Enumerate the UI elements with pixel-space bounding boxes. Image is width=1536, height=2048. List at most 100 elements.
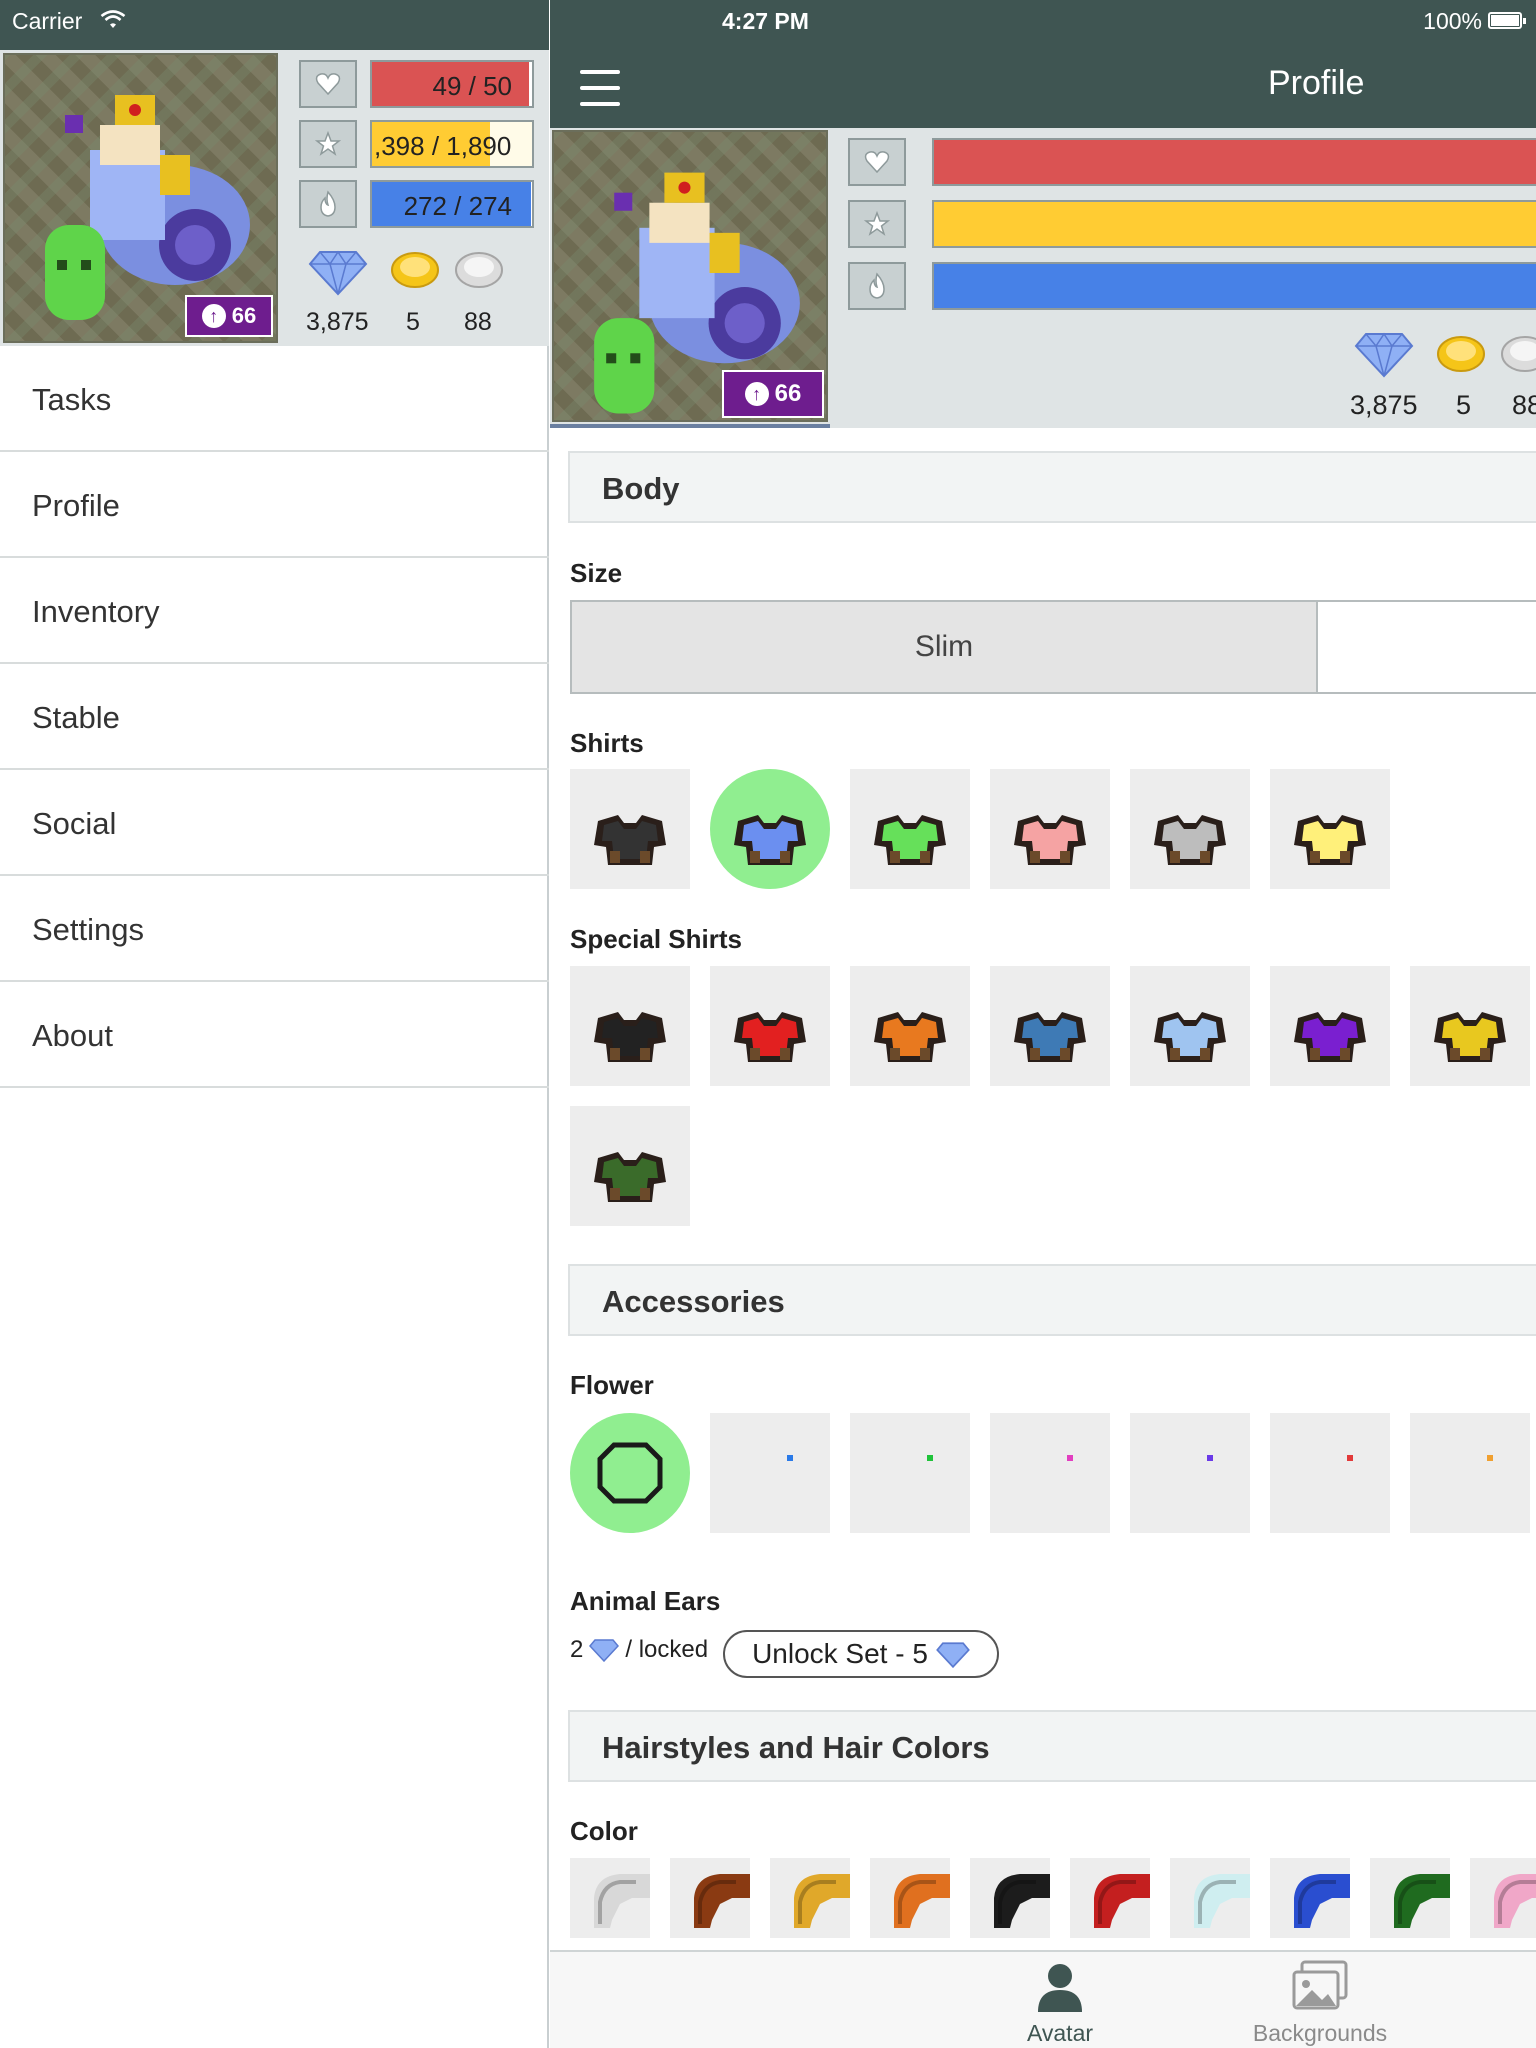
tab-backgrounds-label: Backgrounds [1252,2020,1388,2046]
shirt-option-black[interactable] [570,769,690,889]
wifi-icon [100,10,126,28]
silver-coin-icon [1501,336,1536,372]
hair-color-option-3[interactable] [870,1858,950,1938]
flower-icon [927,1455,933,1461]
menu-item-label: Settings [32,912,145,947]
ears-status: / locked [625,1636,709,1663]
gem-icon [589,1639,620,1662]
star-icon [848,200,906,248]
animal-ears-label: Animal Ears [570,1586,721,1616]
menu-item-label: Stable [32,700,120,735]
experience-bar: ,398 / 1,890 [370,120,534,168]
health-value: 49 / 50 [432,71,512,101]
level-up-icon: ↑ [201,304,226,328]
hair-icon [1094,1874,1150,1928]
special-shirt-option-purple[interactable] [1270,966,1390,1086]
silver-value: 88 [464,308,492,336]
menu-item-settings[interactable]: Settings [0,876,549,982]
sidebar-profile-header: ↑ 66 49 / 50 ,398 / 1,890 272 / 274 3,87… [0,50,549,346]
level-value: 66 [774,380,802,407]
section-title: Body [602,471,680,506]
shirts-label: Shirts [570,728,644,758]
section-accessories: Accessories [568,1264,1536,1336]
hair-color-option-5[interactable] [1070,1858,1150,1938]
heart-icon [299,60,357,108]
special-shirt-option-rainbow[interactable] [1410,966,1530,1086]
size-label: Size [570,558,623,588]
shirt-option-white[interactable] [1130,769,1250,889]
flower-option-1[interactable] [710,1413,830,1533]
special-shirt-option-fire[interactable] [850,966,970,1086]
menu-item-stable[interactable]: Stable [0,664,549,770]
flower-option-2[interactable] [850,1413,970,1533]
flower-icon [1487,1455,1493,1461]
shirt-option-pink[interactable] [990,769,1110,889]
shirt-option-yellow[interactable] [1270,769,1390,889]
size-option-slim[interactable]: Slim [572,602,1318,692]
hair-icon [894,1874,950,1928]
status-bar-right: 4:27 PM 100% [550,0,1536,50]
status-time: 4:27 PM [722,8,809,34]
hair-icon [1194,1874,1250,1928]
hair-color-option-8[interactable] [1370,1858,1450,1938]
shirt-option-blue[interactable] [710,769,830,889]
tab-avatar-label: Avatar [1026,2020,1094,2046]
hair-icon [694,1874,750,1928]
mana-value: 272 / 274 [403,191,512,221]
flower-option-none[interactable] [570,1413,690,1533]
profile-screen: 4:27 PM 100% Profile ↑ 66 3,875 5 88 Bod… [550,0,1536,2048]
health-bar [932,138,1536,186]
page-title: Profile [1268,64,1365,102]
tab-avatar[interactable]: Avatar [970,1952,1150,2048]
hair-icon [594,1874,650,1928]
tab-bar: Avatar Backgrounds [550,1950,1536,2048]
hair-color-option-9[interactable] [1470,1858,1536,1938]
special-shirt-option-cross[interactable] [710,966,830,1086]
flower-option-6[interactable] [1410,1413,1530,1533]
gems-value: 3,875 [306,308,369,336]
hair-color-option-0[interactable] [570,1858,650,1938]
hair-color-option-6[interactable] [1170,1858,1250,1938]
special-shirt-option-zombie[interactable] [570,1106,690,1226]
special-shirt-option-horizon[interactable] [990,966,1110,1086]
hair-color-option-2[interactable] [770,1858,850,1938]
special-shirt-option-convict[interactable] [570,966,690,1086]
silver-value: 88 [1512,390,1536,420]
avatar[interactable]: ↑ 66 [3,53,278,343]
shirt-option-green[interactable] [850,769,970,889]
level-badge: ↑ 66 [722,370,824,418]
status-bar-left: Carrier [0,0,549,50]
menu-item-profile[interactable]: Profile [0,452,549,558]
special-shirt-option-ocean[interactable] [1130,966,1250,1086]
flower-label: Flower [570,1370,654,1400]
shirt-icon [874,815,946,865]
menu-item-social[interactable]: Social [0,770,549,876]
flower-option-3[interactable] [990,1413,1110,1533]
hair-icon [794,1874,850,1928]
sidebar: Carrier ↑ 66 49 / 50 ,398 / 1,890 272 / … [0,0,549,2048]
menu-item-label: Tasks [32,382,112,417]
level-badge: ↑ 66 [185,295,273,337]
tab-backgrounds[interactable]: Backgrounds [1230,1952,1410,2048]
gem-icon [308,250,368,296]
avatar[interactable]: ↑ 66 [552,130,828,422]
menu-item-inventory[interactable]: Inventory [0,558,549,664]
shirt-icon [594,1012,666,1062]
health-bar: 49 / 50 [370,60,534,108]
unlock-set-button[interactable]: Unlock Set - 5 [723,1630,999,1678]
flower-option-4[interactable] [1130,1413,1250,1533]
avatar-underline [550,424,830,428]
hair-color-option-7[interactable] [1270,1858,1350,1938]
hair-color-option-1[interactable] [670,1858,750,1938]
hair-icon [1494,1874,1536,1928]
menu-item-tasks[interactable]: Tasks [0,346,549,452]
silver-coin-icon [455,252,503,288]
gold-value: 5 [1456,390,1472,420]
flower-option-5[interactable] [1270,1413,1390,1533]
experience-value: ,398 / 1,890 [374,131,512,161]
flower-icon [1067,1455,1073,1461]
ears-price: 2 / locked [570,1636,708,1664]
hair-color-option-4[interactable] [970,1858,1050,1938]
menu-item-about[interactable]: About [0,982,549,1088]
hamburger-icon[interactable] [580,70,620,106]
